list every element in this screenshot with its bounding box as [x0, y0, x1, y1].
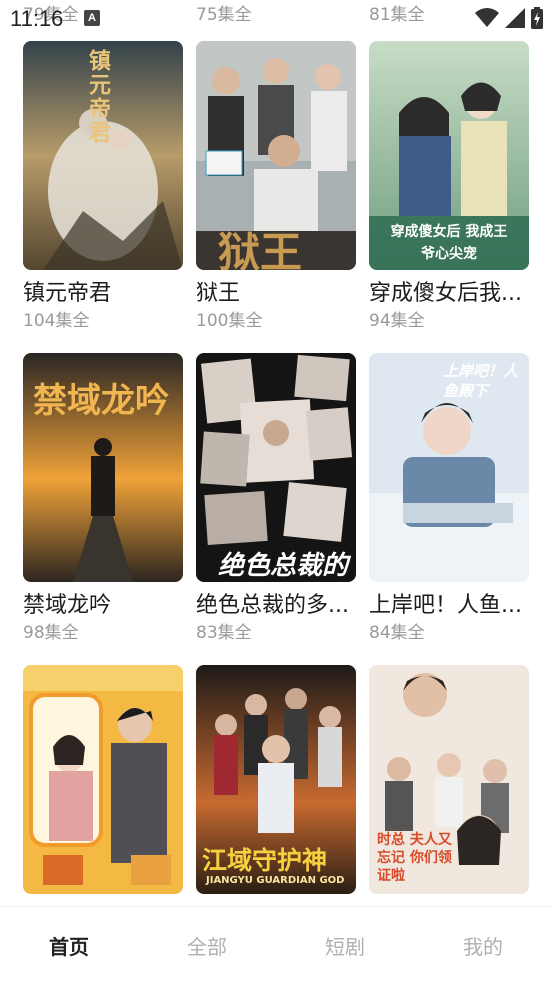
screen: 79集全 75集全 81集全 11:16 A 镇元帝君 镇元帝君 104集全 狱… [0, 0, 553, 984]
drama-card[interactable]: 狱王 狱王 100集全 [196, 41, 356, 332]
status-time: 11:16 [10, 6, 64, 31]
drama-title: 禁域龙吟 [23, 593, 112, 618]
notification-icon: A [84, 10, 100, 26]
drama-title: 上岸吧！人鱼... [369, 593, 522, 618]
poster-title-text: 狱王 [218, 228, 303, 270]
poster-title-text: 绝色总裁的 [218, 551, 349, 581]
drama-poster[interactable]: 镇元帝君 [23, 41, 183, 270]
drama-card[interactable]: 穿成傻女后 我成王爷心尖宠 穿成傻女后我... 94集全 [369, 41, 529, 332]
episode-count: 104集全 [23, 311, 90, 331]
drama-poster[interactable]: 绝色总裁的 [196, 353, 356, 582]
status-icons [475, 7, 543, 29]
episode-count: 98集全 [23, 623, 79, 643]
drama-card[interactable]: 江域守护神 JIANGYU GUARDIAN GOD [196, 665, 356, 906]
drama-poster[interactable]: 时总 夫人又忘记 你们领证啦 [369, 665, 529, 894]
episode-count: 100集全 [196, 311, 263, 331]
battery-icon [531, 7, 543, 29]
nav-short-drama[interactable]: 短剧 [305, 931, 385, 960]
nav-mine[interactable]: 我的 [443, 931, 523, 960]
episode-count: 84集全 [369, 623, 425, 643]
drama-poster[interactable]: 狱王 [196, 41, 356, 270]
poster-title-text: 时总 夫人又忘记 你们领证啦 [377, 832, 452, 884]
drama-poster[interactable]: 江域守护神 JIANGYU GUARDIAN GOD [196, 665, 356, 894]
drama-card[interactable]: 禁域龙吟 禁域龙吟 98集全 [23, 353, 183, 644]
poster-title-text: 穿成傻女后 我成王爷心尖宠 [390, 224, 508, 262]
status-bar: 11:16 A [0, 0, 553, 38]
drama-card[interactable] [23, 665, 183, 906]
drama-title: 穿成傻女后我... [369, 281, 522, 306]
episode-count: 94集全 [369, 311, 425, 331]
drama-poster[interactable]: 禁域龙吟 [23, 353, 183, 582]
signal-icon [505, 8, 525, 28]
episode-count: 83集全 [196, 623, 252, 643]
poster-title-text: 上岸吧！人鱼殿下 [443, 362, 519, 400]
wifi-icon [475, 8, 499, 27]
nav-home[interactable]: 首页 [29, 931, 109, 960]
poster-title-text: 镇元帝君 [85, 49, 110, 145]
poster-subtitle-text: JIANGYU GUARDIAN GOD [206, 875, 345, 886]
drama-title: 镇元帝君 [23, 281, 112, 306]
drama-card[interactable]: 绝色总裁的 绝色总裁的多... 83集全 [196, 353, 356, 644]
drama-card[interactable]: 上岸吧！人鱼殿下 上岸吧！人鱼... 84集全 [369, 353, 529, 644]
drama-title: 绝色总裁的多... [196, 593, 349, 618]
poster-title-text: 江域守护神 [202, 846, 328, 875]
drama-poster[interactable]: 穿成傻女后 我成王爷心尖宠 [369, 41, 529, 270]
poster-title-text: 禁域龙吟 [33, 381, 169, 421]
nav-all[interactable]: 全部 [167, 931, 247, 960]
drama-title: 狱王 [196, 281, 241, 306]
bottom-nav: 首页 全部 短剧 我的 [0, 906, 553, 984]
drama-poster[interactable] [23, 665, 183, 894]
drama-poster[interactable]: 上岸吧！人鱼殿下 [369, 353, 529, 582]
drama-card[interactable]: 镇元帝君 镇元帝君 104集全 [23, 41, 183, 332]
drama-card[interactable]: 时总 夫人又忘记 你们领证啦 [369, 665, 529, 906]
